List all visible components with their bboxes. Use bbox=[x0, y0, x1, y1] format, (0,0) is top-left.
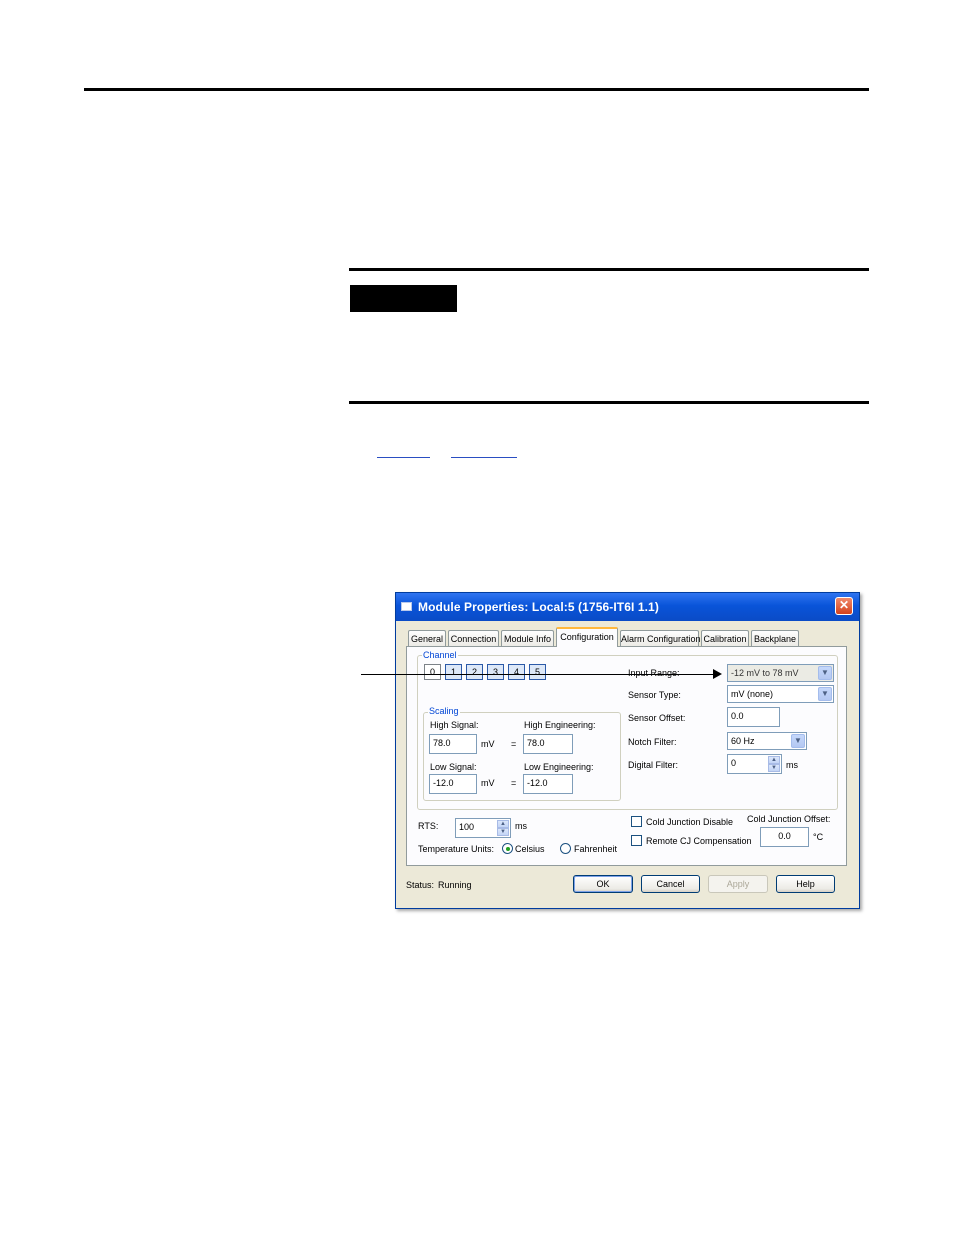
cold-junction-offset-label: Cold Junction Offset: bbox=[747, 814, 831, 824]
notch-filter-label: Notch Filter: bbox=[628, 737, 677, 747]
input-range-value: -12 mV to 78 mV bbox=[731, 668, 799, 678]
notch-filter-select[interactable]: 60 Hz ▼ bbox=[727, 732, 807, 750]
sensor-offset-label: Sensor Offset: bbox=[628, 713, 686, 723]
tab-backplane[interactable]: Backplane bbox=[751, 630, 799, 646]
tab-calibration[interactable]: Calibration bbox=[701, 630, 749, 646]
important-label-block bbox=[350, 285, 457, 312]
cold-junction-disable-label[interactable]: Cold Junction Disable bbox=[646, 817, 733, 828]
sensor-offset-input[interactable]: 0.0 bbox=[727, 707, 780, 727]
digital-filter-unit: ms bbox=[786, 760, 798, 770]
digital-filter-value: 0 bbox=[731, 758, 737, 768]
apply-button[interactable]: Apply bbox=[708, 875, 768, 893]
high-engineering-label: High Engineering: bbox=[524, 720, 596, 730]
cold-junction-offset-unit: °C bbox=[813, 832, 824, 842]
radio-selected-dot bbox=[506, 847, 510, 851]
channel-button-0[interactable]: 0 bbox=[424, 664, 441, 680]
tab-alarm-configuration[interactable]: Alarm Configuration bbox=[620, 630, 701, 646]
help-button[interactable]: Help bbox=[776, 875, 835, 893]
spin-down-icon[interactable]: ▼ bbox=[497, 828, 509, 836]
low-engineering-input[interactable]: -12.0 bbox=[523, 774, 573, 794]
low-signal-input[interactable]: -12.0 bbox=[429, 774, 477, 794]
cold-junction-disable-checkbox[interactable] bbox=[631, 816, 642, 827]
chevron-down-icon[interactable]: ▼ bbox=[818, 687, 832, 701]
window-icon bbox=[401, 602, 412, 611]
remote-cj-compensation-checkbox[interactable] bbox=[631, 835, 642, 846]
notch-filter-value: 60 Hz bbox=[731, 736, 755, 746]
important-box-bottom-rule bbox=[349, 401, 869, 404]
rts-spinner[interactable]: 100 ▲ ▼ bbox=[455, 818, 511, 838]
digital-filter-spinner[interactable]: 0 ▲ ▼ bbox=[727, 754, 782, 774]
high-signal-label: High Signal: bbox=[430, 720, 479, 730]
scaling-group-title: Scaling bbox=[428, 706, 460, 717]
status-value: Running bbox=[438, 880, 472, 890]
page-header-rule bbox=[84, 88, 869, 91]
rts-value: 100 bbox=[459, 822, 475, 832]
sensor-type-label: Sensor Type: bbox=[628, 690, 681, 700]
callout-line bbox=[361, 674, 718, 675]
chevron-down-icon[interactable]: ▼ bbox=[791, 734, 805, 748]
channel-button-4[interactable]: 4 bbox=[508, 664, 525, 680]
cold-junction-offset-input[interactable]: 0.0 bbox=[760, 827, 809, 847]
spin-down-icon[interactable]: ▼ bbox=[768, 764, 780, 772]
celsius-radio[interactable] bbox=[502, 843, 513, 854]
spin-up-icon[interactable]: ▲ bbox=[497, 820, 509, 828]
chevron-down-icon[interactable]: ▼ bbox=[818, 666, 832, 680]
tab-connection[interactable]: Connection bbox=[448, 630, 499, 646]
ok-button[interactable]: OK bbox=[573, 875, 633, 893]
page-link-1[interactable] bbox=[377, 457, 430, 458]
channel-button-2[interactable]: 2 bbox=[466, 664, 483, 680]
status-label: Status: bbox=[406, 880, 435, 890]
temperature-units-label: Temperature Units: bbox=[418, 844, 495, 854]
channel-button-5[interactable]: 5 bbox=[529, 664, 546, 680]
spin-up-icon[interactable]: ▲ bbox=[768, 756, 780, 764]
low-engineering-label: Low Engineering: bbox=[524, 762, 594, 772]
tab-general[interactable]: General bbox=[408, 630, 446, 646]
rts-label: RTS: bbox=[418, 821, 439, 831]
celsius-label[interactable]: Celsius bbox=[515, 844, 545, 855]
high-signal-unit: mV bbox=[481, 739, 495, 749]
tab-module-info[interactable]: Module Info bbox=[501, 630, 554, 646]
fahrenheit-radio[interactable] bbox=[560, 843, 571, 854]
tab-configuration[interactable]: Configuration bbox=[556, 627, 618, 647]
high-signal-input[interactable]: 78.0 bbox=[429, 734, 477, 754]
module-properties-dialog: Module Properties: Local:5 (1756-IT6I 1.… bbox=[395, 592, 860, 909]
channel-button-3[interactable]: 3 bbox=[487, 664, 504, 680]
page-link-2[interactable] bbox=[451, 457, 517, 458]
rts-unit: ms bbox=[515, 821, 527, 831]
remote-cj-compensation-label[interactable]: Remote CJ Compensation bbox=[646, 836, 752, 847]
input-range-select[interactable]: -12 mV to 78 mV ▼ bbox=[727, 664, 834, 682]
sensor-type-value: mV (none) bbox=[731, 689, 774, 699]
important-box-top-rule bbox=[349, 268, 869, 271]
close-button[interactable]: ✕ bbox=[835, 597, 853, 615]
title-bar[interactable]: Module Properties: Local:5 (1756-IT6I 1.… bbox=[396, 593, 859, 621]
high-equals-sign: = bbox=[511, 739, 517, 749]
low-equals-sign: = bbox=[511, 778, 517, 788]
digital-filter-label: Digital Filter: bbox=[628, 760, 679, 770]
channel-group-title: Channel bbox=[422, 650, 458, 661]
low-signal-label: Low Signal: bbox=[430, 762, 477, 772]
fahrenheit-label[interactable]: Fahrenheit bbox=[574, 844, 617, 855]
sensor-type-select[interactable]: mV (none) ▼ bbox=[727, 685, 834, 703]
low-signal-unit: mV bbox=[481, 778, 495, 788]
cancel-button[interactable]: Cancel bbox=[641, 875, 700, 893]
channel-button-1[interactable]: 1 bbox=[445, 664, 462, 680]
high-engineering-input[interactable]: 78.0 bbox=[523, 734, 573, 754]
callout-arrowhead bbox=[713, 669, 722, 679]
dialog-title: Module Properties: Local:5 (1756-IT6I 1.… bbox=[418, 600, 659, 614]
